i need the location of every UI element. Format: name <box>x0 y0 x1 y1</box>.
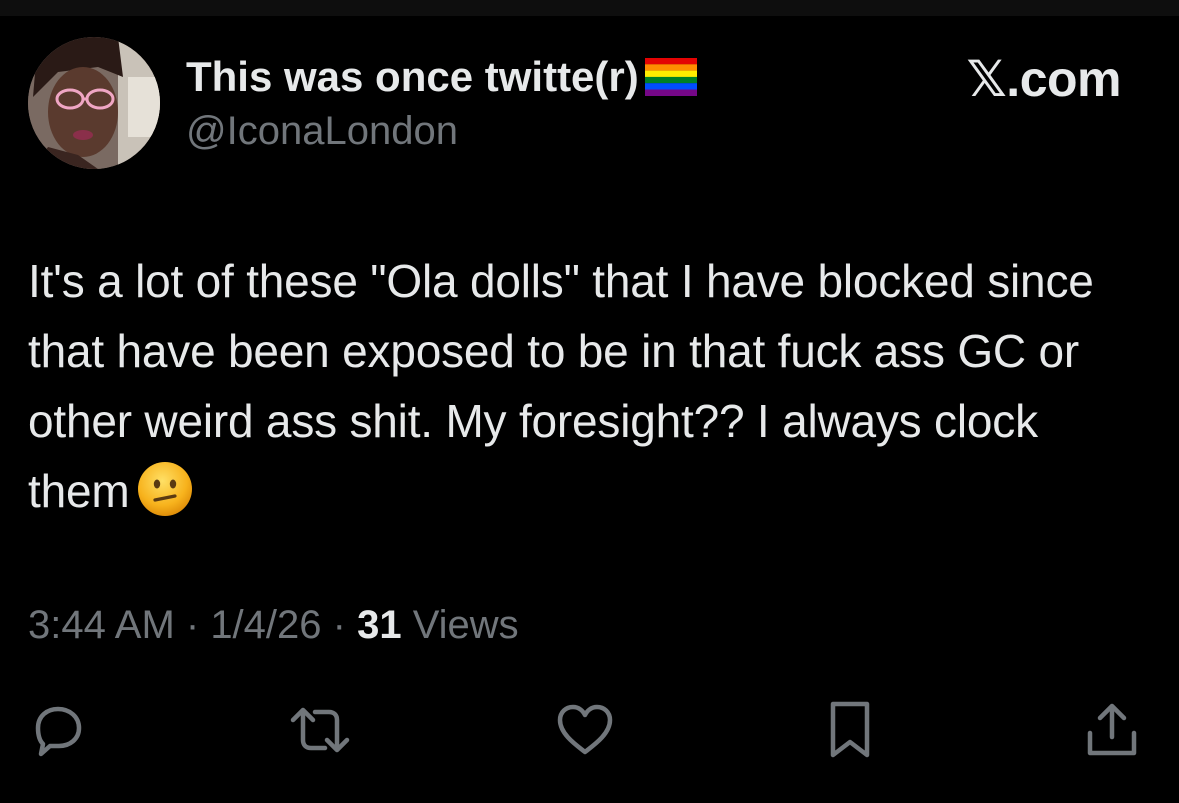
top-bar <box>0 0 1179 16</box>
views-count: 31 <box>357 603 402 647</box>
action-bar <box>0 690 1179 770</box>
rainbow-flag-icon <box>644 58 697 96</box>
tweet-date[interactable]: 1/4/26 <box>210 603 321 647</box>
tweet-body: It's a lot of these "Ola dolls" that I h… <box>28 246 1138 526</box>
author-handle[interactable]: @IconaLondon <box>186 109 458 154</box>
repost-icon <box>290 707 350 753</box>
display-name-text: This was once twitte(r) <box>186 53 639 100</box>
reply-icon <box>35 706 82 757</box>
avatar[interactable] <box>28 37 160 169</box>
share-button[interactable] <box>1072 690 1152 770</box>
neutral-face-emoji-icon <box>137 461 193 517</box>
tweet-time[interactable]: 3:44 AM <box>28 603 175 647</box>
like-button[interactable] <box>545 690 625 770</box>
bookmark-button[interactable] <box>810 690 890 770</box>
heart-icon <box>557 704 613 755</box>
brand-logo: 𝕏.com <box>966 51 1122 107</box>
bookmark-icon <box>830 701 870 758</box>
views-label: Views <box>401 603 519 647</box>
author-display-name[interactable]: This was once twitte(r) <box>186 52 697 102</box>
share-icon <box>1087 703 1137 756</box>
repost-button[interactable] <box>280 690 360 770</box>
reply-button[interactable] <box>18 690 98 770</box>
meta-separator: · <box>321 603 358 647</box>
meta-separator: · <box>174 603 211 647</box>
tweet-meta: 3:44 AM · 1/4/26 · 31 Views <box>28 603 519 648</box>
